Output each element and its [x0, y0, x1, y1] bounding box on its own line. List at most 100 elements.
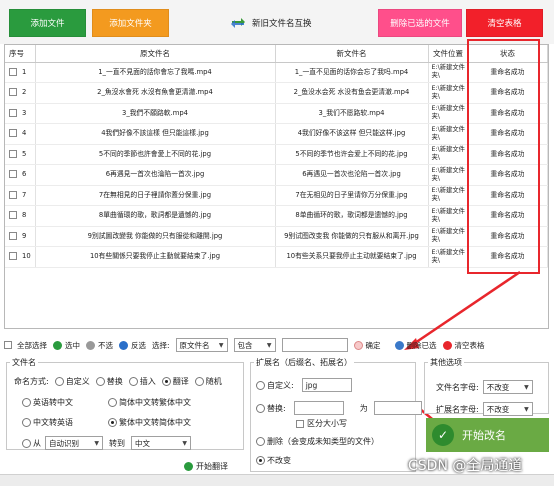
table-row[interactable]: 3 3_我們不願路軟.mp4 3_我们不愿路软.mp4 E:\新建文件夹\ 重命名成功	[5, 103, 548, 124]
from-radio[interactable]: 从	[22, 438, 41, 449]
cell-location: E:\新建文件夹\	[428, 82, 469, 104]
row-checkbox-icon[interactable]	[9, 149, 17, 158]
cell-seq[interactable]: 9	[5, 226, 36, 247]
toolbar: 添加文件 添加文件夹 新旧文件名互换 删除已选的文件 清空表格	[0, 0, 554, 44]
choose-label: 选择:	[152, 340, 170, 350]
table-row[interactable]: 5 5不同的季節也許會愛上不同的花.jpg 5不同的季节也许会爱上不同的花.jpg E…	[5, 144, 548, 165]
table-row[interactable]: 1 1_一直不見面的話你會忘了我嗎.mp4 1_一直不见面的话你会忘了我吗.mp4 E…	[5, 62, 548, 83]
delete-selected-button[interactable]: 删除已选	[394, 340, 437, 351]
cell-seq[interactable]: 6	[5, 164, 36, 186]
translate-s2t-label: 简体中文转繁体中文	[119, 398, 191, 407]
filename-case-label: 文件名字母:	[436, 382, 479, 392]
field-select[interactable]: 原文件名 ▼	[175, 338, 228, 352]
col-header-orig[interactable]: 原文件名	[35, 45, 276, 63]
to-lang-select[interactable]: 中文 ▼	[131, 436, 191, 450]
cell-new-name: 1_一直不见面的话你会忘了我吗.mp4	[275, 62, 429, 83]
row-checkbox-icon[interactable]	[9, 211, 17, 220]
translate-zh-en-label: 中文转英语	[33, 418, 73, 427]
col-header-new[interactable]: 新文件名	[275, 45, 429, 63]
method-radio-custom[interactable]: 自定义	[54, 376, 90, 387]
table-row[interactable]: 10 10有些關係只要我停止主動就要結束了.jpg 10有些关系只要我停止主动就要结…	[5, 246, 548, 268]
add-folder-button[interactable]: 添加文件夹	[92, 9, 169, 37]
cell-location: E:\新建文件夹\	[428, 205, 469, 227]
method-radio-insert[interactable]: 插入	[128, 376, 156, 387]
cell-seq[interactable]: 3	[5, 103, 36, 124]
cell-seq[interactable]: 7	[5, 185, 36, 206]
method-radio-replace[interactable]: 替换	[95, 376, 123, 387]
cell-seq[interactable]: 4	[5, 123, 36, 145]
ext-replace-radio[interactable]: 替换:	[256, 403, 286, 414]
method-radio-translate[interactable]: 翻译	[161, 376, 189, 387]
table-row[interactable]: 9 9別試圖改變我 你能做的只有服從和離開.jpg 9别试图改变我 你能做的只有服从…	[5, 226, 548, 247]
ext-case-row: 扩展名字母: 不改变 ▼	[436, 402, 533, 416]
check-icon: ✓	[432, 424, 454, 446]
invert-label: 反选	[131, 340, 146, 350]
row-checkbox-icon[interactable]	[9, 108, 17, 117]
confirm-button[interactable]: 确定	[353, 340, 381, 351]
to-lang-value: 中文	[135, 438, 150, 448]
clear-table-small-button[interactable]: 清空表格	[442, 340, 485, 351]
row-seq: 4	[22, 129, 27, 138]
row-checkbox-icon[interactable]	[9, 170, 17, 179]
add-file-button[interactable]: 添加文件	[9, 9, 86, 37]
start-translate-button[interactable]: 开始翻译	[184, 461, 228, 472]
table-row[interactable]: 4 4我們好像不該這樣 但只能這樣.jpg 4我们好像不该这样 但只能这样.jpg E…	[5, 123, 548, 145]
select-all-label: 全部选择	[17, 340, 47, 350]
method-radio-random[interactable]: 随机	[194, 376, 222, 387]
translate-t2s-radio[interactable]: 繁体中文转简体中文	[108, 417, 191, 428]
clear-table-button[interactable]: 清空表格	[466, 9, 543, 37]
from-lang-select[interactable]: 自动识别 ▼	[45, 436, 103, 450]
table-row[interactable]: 8 8單曲循環的歌，歌詞都是遺憾的.jpg 8单曲循环的歌，歌词都是遗憾的.jpg E…	[5, 205, 548, 227]
method-custom-label: 自定义	[65, 377, 90, 386]
ext-nochange-radio[interactable]: 不改变	[256, 455, 291, 466]
ext-case-select[interactable]: 不改变 ▼	[482, 402, 533, 416]
deselect-button[interactable]: 不选	[86, 340, 113, 351]
filename-panel-title: 文件名	[10, 357, 38, 368]
filter-input[interactable]	[281, 338, 348, 352]
ext-custom-radio[interactable]: 自定义:	[256, 380, 294, 391]
case-sensitive-checkbox[interactable]: 区分大小写	[296, 418, 347, 429]
radio-icon	[128, 377, 138, 386]
table-row[interactable]: 7 7在無相見的日子裡請你蓋分保重.jpg 7在无相见的日子里请你万分保重.jpg E…	[5, 185, 548, 206]
cell-seq[interactable]: 8	[5, 205, 36, 227]
cell-orig-name: 10有些關係只要我停止主動就要結束了.jpg	[35, 246, 276, 268]
invert-button[interactable]: 反选	[119, 340, 146, 351]
row-checkbox-icon[interactable]	[9, 129, 17, 138]
ext-replace-from-input[interactable]	[293, 401, 344, 415]
translate-zh-en-radio[interactable]: 中文转英语	[22, 417, 102, 428]
swap-names-label: 新旧文件名互换	[252, 19, 312, 29]
filename-case-select[interactable]: 不改变 ▼	[482, 380, 533, 394]
table-row[interactable]: 6 6再遇見一首次也淪陷一首次.jpg 6再遇见一首次也沦陷一首次.jpg E:\新建…	[5, 164, 548, 186]
select-button[interactable]: 选中	[53, 340, 80, 351]
row-checkbox-icon[interactable]	[9, 190, 17, 199]
start-rename-button[interactable]: ✓ 开始改名	[426, 418, 549, 452]
ext-case-label: 扩展名字母:	[436, 404, 479, 414]
cell-orig-name: 6再遇見一首次也淪陷一首次.jpg	[35, 164, 276, 186]
invert-icon	[119, 340, 128, 350]
swap-names-button[interactable]: 新旧文件名互换	[230, 13, 312, 33]
close-icon	[442, 340, 452, 350]
radio-icon	[256, 403, 265, 413]
table-row[interactable]: 2 2_魚沒水會死 水沒有魚會更清澈.mp4 2_鱼没水会死 水没有鱼会更清澈.mp…	[5, 82, 548, 104]
translate-en-zh-radio[interactable]: 英语转中文	[22, 397, 102, 408]
delete-selected-files-button[interactable]: 删除已选的文件	[378, 9, 462, 37]
delete-icon	[394, 340, 404, 350]
col-header-loc[interactable]: 文件位置	[428, 45, 469, 63]
ext-delete-radio[interactable]: 删除（会变成未知类型的文件）	[256, 436, 379, 447]
row-checkbox-icon[interactable]	[9, 67, 17, 76]
row-checkbox-icon[interactable]	[9, 88, 17, 97]
col-header-seq[interactable]: 序号	[5, 45, 36, 63]
match-select[interactable]: 包含 ▼	[233, 338, 276, 352]
ext-replace-to-input[interactable]	[373, 401, 422, 415]
select-all-checkbox[interactable]: 全部选择	[4, 340, 47, 351]
translate-s2t-radio[interactable]: 简体中文转繁体中文	[108, 397, 191, 408]
cell-location: E:\新建文件夹\	[428, 164, 469, 186]
row-checkbox-icon[interactable]	[9, 252, 17, 261]
cell-seq[interactable]: 1	[5, 62, 36, 83]
cell-seq[interactable]: 2	[5, 82, 36, 104]
cell-seq[interactable]: 5	[5, 144, 36, 165]
row-checkbox-icon[interactable]	[9, 231, 17, 240]
ext-custom-input[interactable]: jpg	[301, 378, 352, 392]
row-seq: 1	[22, 67, 27, 76]
cell-seq[interactable]: 10	[5, 246, 36, 268]
